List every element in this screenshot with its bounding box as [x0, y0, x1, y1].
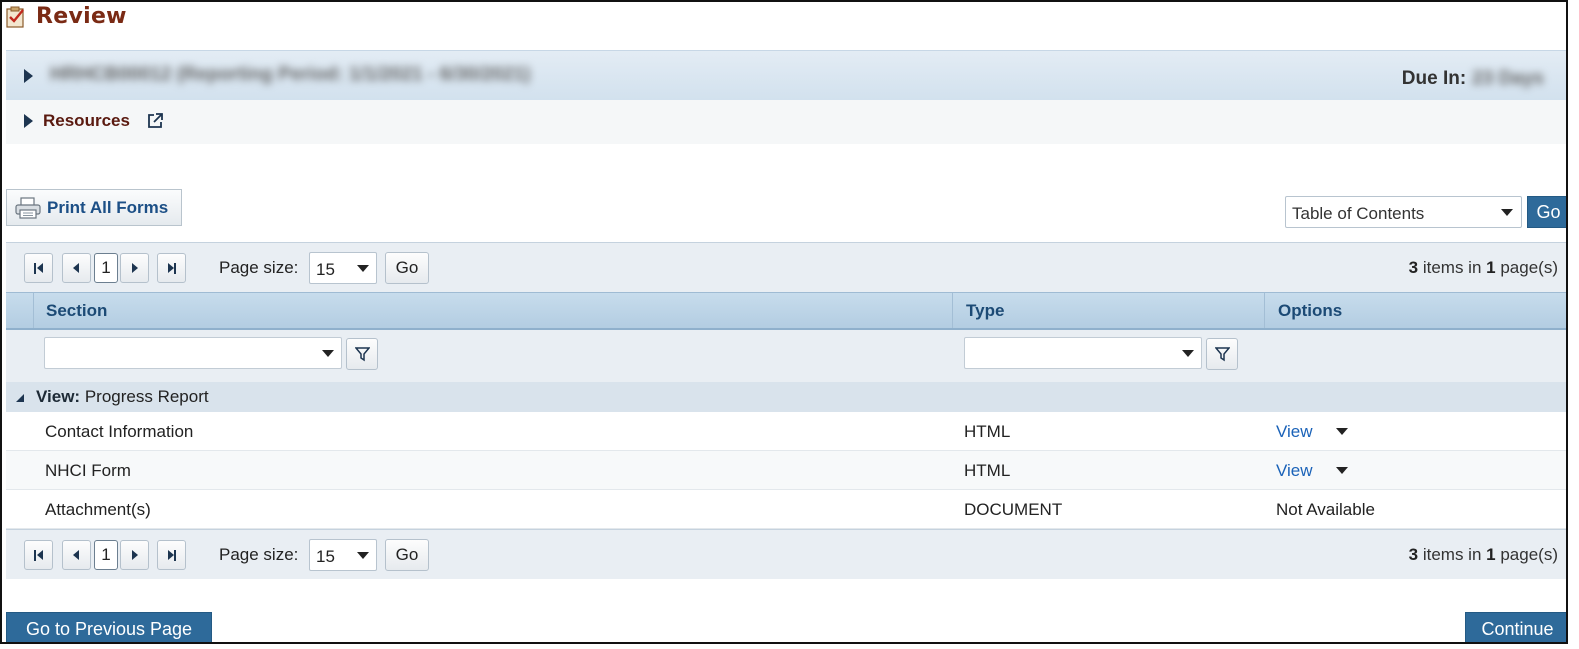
- last-page-button[interactable]: [157, 540, 186, 570]
- filter-icon: [355, 347, 370, 362]
- grid-filter-row: [6, 330, 1566, 382]
- toc-go-button[interactable]: Go: [1527, 196, 1566, 228]
- award-section-header[interactable]: HRHCB00012 (Reporting Period: 1/1/2021 -…: [6, 50, 1566, 100]
- page-size-select[interactable]: 15: [309, 539, 377, 571]
- items-text: items in: [1418, 545, 1487, 564]
- row-option-unavailable: Not Available: [1276, 500, 1375, 519]
- section-filter-button[interactable]: [346, 338, 378, 370]
- type-filter-button[interactable]: [1206, 338, 1238, 370]
- grid-pager-bottom: 1 Page size: 15 Go 3 items in 1 page(s): [6, 529, 1566, 579]
- table-of-contents-select[interactable]: Table of Contents: [1285, 196, 1522, 228]
- filter-icon: [1215, 347, 1230, 362]
- previous-page-button[interactable]: [62, 540, 91, 570]
- page-size-label: Page size:: [219, 545, 299, 564]
- pages-count: 1: [1486, 545, 1496, 564]
- pages-text: page(s): [1495, 545, 1558, 564]
- due-value-blurred: 23 Days: [1472, 68, 1544, 89]
- options-dropdown-icon[interactable]: [1336, 428, 1348, 435]
- column-divider: [952, 293, 953, 328]
- chevron-down-icon: [357, 552, 369, 559]
- table-row: NHCI Form HTML View: [6, 451, 1566, 490]
- review-clipboard-icon: [6, 6, 24, 28]
- group-key: View:: [36, 387, 81, 406]
- table-row: Attachment(s) DOCUMENT Not Available: [6, 490, 1566, 529]
- toc-selected-value: Table of Contents: [1292, 204, 1425, 223]
- previous-page-button[interactable]: [62, 253, 91, 283]
- options-dropdown-icon[interactable]: [1336, 467, 1348, 474]
- row-section: Attachment(s): [45, 500, 151, 519]
- printer-icon: [15, 196, 41, 219]
- group-column-header: [6, 293, 34, 328]
- first-page-button[interactable]: [24, 540, 53, 570]
- next-page-icon: [132, 550, 138, 560]
- row-type: HTML: [964, 461, 1011, 480]
- previous-page-icon: [73, 550, 79, 560]
- collapse-group-icon[interactable]: [16, 394, 24, 402]
- page-size-select[interactable]: 15: [309, 252, 377, 284]
- row-section: Contact Information: [45, 422, 194, 441]
- pages-text: page(s): [1495, 258, 1558, 277]
- type-filter-select[interactable]: [964, 337, 1202, 369]
- grid-pager-top: 1 Page size: 15 Go 3 items in 1 page(s): [6, 242, 1566, 292]
- due-label: Due In:: [1401, 68, 1467, 89]
- page-size-go-button[interactable]: Go: [385, 252, 429, 284]
- chevron-down-icon: [1501, 209, 1513, 216]
- forms-grid: 1 Page size: 15 Go 3 items in 1 page(s) …: [6, 242, 1566, 579]
- group-label: View: Progress Report: [36, 387, 209, 407]
- column-divider: [1264, 293, 1265, 328]
- expand-arrow-icon[interactable]: [24, 114, 33, 128]
- page-size-value: 15: [316, 260, 335, 279]
- chevron-down-icon: [322, 350, 334, 357]
- page-header: Review: [6, 4, 127, 29]
- column-header-section[interactable]: Section: [46, 301, 107, 321]
- items-text: items in: [1418, 258, 1487, 277]
- chevron-down-icon: [1182, 350, 1194, 357]
- row-section: NHCI Form: [45, 461, 131, 480]
- resources-label[interactable]: Resources: [43, 111, 130, 131]
- chevron-down-icon: [357, 265, 369, 272]
- resources-section-header[interactable]: Resources: [6, 100, 1566, 144]
- review-page: Review HRHCB00012 (Reporting Period: 1/1…: [0, 0, 1568, 644]
- items-count-text: 3 items in 1 page(s): [1409, 258, 1558, 278]
- due-in: Due In: 23 Days: [1402, 68, 1544, 90]
- award-title-blurred: HRHCB00012 (Reporting Period: 1/1/2021 -…: [50, 64, 531, 85]
- first-page-button[interactable]: [24, 253, 53, 283]
- go-to-previous-page-button[interactable]: Go to Previous Page: [6, 612, 212, 642]
- page-size-label: Page size:: [219, 258, 299, 277]
- items-count-text: 3 items in 1 page(s): [1409, 545, 1558, 565]
- items-count: 3: [1408, 545, 1419, 564]
- grid-header-row: Section Type Options: [6, 292, 1566, 330]
- page-title: Review: [36, 4, 127, 29]
- column-header-options: Options: [1278, 301, 1343, 320]
- view-link[interactable]: View: [1276, 461, 1313, 481]
- next-page-icon: [132, 263, 138, 273]
- group-header-row: View: Progress Report: [6, 382, 1566, 412]
- continue-button[interactable]: Continue: [1465, 612, 1566, 642]
- next-page-button[interactable]: [120, 253, 149, 283]
- view-link[interactable]: View: [1276, 422, 1313, 442]
- external-link-icon[interactable]: [147, 112, 164, 129]
- current-page-number[interactable]: 1: [94, 540, 118, 570]
- expand-arrow-icon[interactable]: [24, 69, 33, 83]
- previous-page-icon: [73, 263, 79, 273]
- row-type: DOCUMENT: [964, 500, 1063, 519]
- print-all-forms-button[interactable]: Print All Forms: [6, 189, 182, 226]
- next-page-button[interactable]: [120, 540, 149, 570]
- pages-count: 1: [1486, 258, 1496, 277]
- items-count: 3: [1408, 258, 1419, 277]
- group-value: Progress Report: [80, 387, 209, 406]
- page-size-go-button[interactable]: Go: [385, 539, 429, 571]
- table-row: Contact Information HTML View: [6, 412, 1566, 451]
- row-type: HTML: [964, 422, 1011, 441]
- column-header-type[interactable]: Type: [966, 301, 1004, 321]
- page-size-value: 15: [316, 547, 335, 566]
- current-page-number[interactable]: 1: [94, 253, 118, 283]
- last-page-button[interactable]: [157, 253, 186, 283]
- print-all-forms-label: Print All Forms: [47, 197, 169, 217]
- section-filter-select[interactable]: [44, 337, 342, 369]
